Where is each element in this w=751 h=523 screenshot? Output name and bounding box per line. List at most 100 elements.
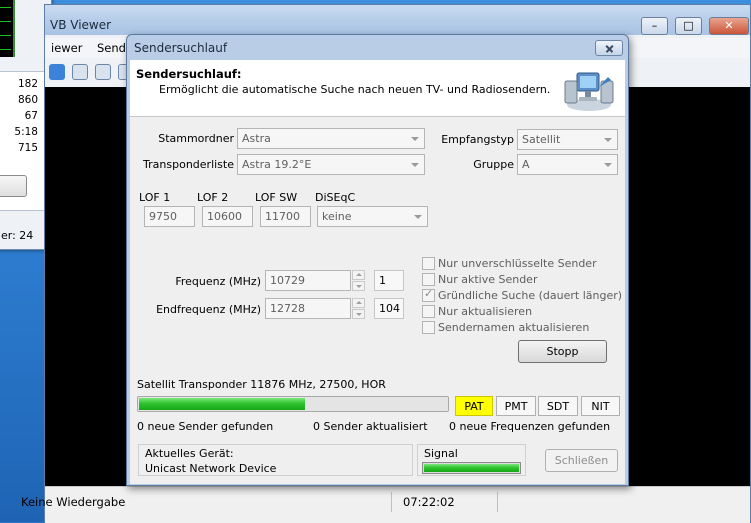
transponder-status: Satellit Transponder 11876 MHz, 27500, H… xyxy=(137,378,386,391)
gruppe-select[interactable]: A xyxy=(517,154,618,175)
scan-progress-fill xyxy=(139,398,305,410)
lof2-value: 10600 xyxy=(207,210,242,223)
frequenz-input[interactable]: 10729 xyxy=(265,270,351,291)
empfangstyp-label: Empfangstyp xyxy=(441,133,514,146)
stammordner-value: Astra xyxy=(242,132,271,145)
option-label: Nur unverschlüsselte Sender xyxy=(438,257,597,270)
lof1-value: 9750 xyxy=(149,210,177,223)
dialog-header: Sendersuchlauf: Ermöglicht die automatis… xyxy=(130,60,625,117)
status-bar: Keine Wiedergabe 07:22:02 xyxy=(21,486,750,523)
option-checkbox[interactable] xyxy=(422,305,435,318)
left-window-status: er: 24 xyxy=(1,229,34,242)
sendersuchlauf-dialog[interactable]: Sendersuchlauf Sendersuchlauf: Ermöglich… xyxy=(126,34,629,486)
lofsw-input[interactable]: 11700 xyxy=(260,206,311,227)
lof1-label: LOF 1 xyxy=(139,191,171,204)
option-checkbox[interactable] xyxy=(422,287,435,302)
option-label: Nur aktualisieren xyxy=(438,305,533,318)
stop-button[interactable]: Stopp xyxy=(518,340,607,363)
left-window-button[interactable] xyxy=(0,175,27,197)
scan-progress-bar xyxy=(137,396,449,412)
endfrequenz-input[interactable]: 12728 xyxy=(265,298,351,319)
table-tabs: PAT PMT SDT NIT xyxy=(455,396,620,416)
minimize-icon[interactable]: – xyxy=(641,17,668,35)
option-checkbox[interactable] xyxy=(422,321,435,334)
chevron-down-icon xyxy=(604,163,612,167)
playback-status: Keine Wiedergabe xyxy=(21,495,126,509)
status-divider xyxy=(497,492,498,512)
device-label: Aktuelles Gerät: xyxy=(145,447,234,460)
stammordner-label: Stammordner xyxy=(158,132,234,145)
main-titlebar[interactable]: VB Viewer – □ ✕ xyxy=(45,5,750,35)
list-icon[interactable] xyxy=(95,64,111,80)
settings-icon[interactable] xyxy=(72,64,88,80)
tab-pmt[interactable]: PMT xyxy=(496,396,536,416)
signal-fill xyxy=(424,464,519,472)
chevron-down-icon xyxy=(411,137,419,141)
maximize-icon[interactable]: □ xyxy=(675,17,702,35)
endfrequenz-count: 104 xyxy=(374,298,404,319)
option-checkbox[interactable] xyxy=(422,273,435,286)
stat-value: 182 xyxy=(17,78,38,90)
dialog-client: Sendersuchlauf: Ermöglicht die automatis… xyxy=(130,60,625,484)
diseqc-select[interactable]: keine xyxy=(317,206,428,227)
close-icon[interactable] xyxy=(595,40,623,56)
device-value: Unicast Network Device xyxy=(145,462,277,475)
frequenz-count: 1 xyxy=(374,270,404,291)
diseqc-label: DiSEqC xyxy=(315,191,356,204)
option-label: Nur aktive Sender xyxy=(438,273,538,286)
found-count: 0 neue Sender gefunden xyxy=(137,420,274,433)
endfrequenz-label: Endfrequenz (MHz) xyxy=(156,303,261,316)
frequencies-count: 0 neue Frequenzen gefunden xyxy=(449,420,611,433)
lof1-input[interactable]: 9750 xyxy=(144,206,195,227)
chevron-down-icon xyxy=(414,215,422,219)
chevron-down-icon xyxy=(411,163,419,167)
status-divider xyxy=(391,492,392,512)
transponderliste-value: Astra 19.2°E xyxy=(242,158,312,171)
endfrequenz-value: 12728 xyxy=(270,302,305,315)
close-button[interactable]: Schließen xyxy=(545,449,618,472)
stat-value: 860 xyxy=(17,94,38,106)
frequenz-spinner[interactable] xyxy=(352,270,365,291)
clock: 07:22:02 xyxy=(403,495,455,509)
gruppe-value: A xyxy=(522,158,530,171)
chevron-down-icon xyxy=(604,138,612,142)
menu-item[interactable]: iewer xyxy=(51,41,82,55)
signal-meter xyxy=(422,462,521,474)
header-title: Sendersuchlauf: xyxy=(136,67,242,81)
dialog-title: Sendersuchlauf xyxy=(134,41,228,55)
device-group: Aktuelles Gerät: Unicast Network Device xyxy=(138,444,413,476)
gruppe-label: Gruppe xyxy=(473,158,514,171)
frequenz-label: Frequenz (MHz) xyxy=(175,275,261,288)
empfangstyp-select[interactable]: Satellit xyxy=(517,129,618,150)
frequenz-value: 10729 xyxy=(270,274,305,287)
frequenz-count-value: 1 xyxy=(379,274,386,287)
record-icon[interactable] xyxy=(49,64,65,80)
tab-sdt[interactable]: SDT xyxy=(538,396,578,416)
stat-value: 5:18 xyxy=(14,126,38,138)
header-description: Ermöglicht die automatische Suche nach n… xyxy=(159,83,551,96)
lofsw-label: LOF SW xyxy=(255,191,298,204)
stat-value: 715 xyxy=(17,142,38,154)
endfrequenz-count-value: 104 xyxy=(379,302,400,315)
stat-value: 67 xyxy=(24,110,38,122)
tab-pat[interactable]: PAT xyxy=(455,396,493,416)
transponderliste-select[interactable]: Astra 19.2°E xyxy=(237,154,425,175)
computer-network-icon xyxy=(564,72,614,111)
empfangstyp-value: Satellit xyxy=(522,133,561,146)
lof2-input[interactable]: 10600 xyxy=(202,206,253,227)
signal-label: Signal xyxy=(424,447,458,460)
stammordner-select[interactable]: Astra xyxy=(237,128,425,149)
main-window-title: VB Viewer xyxy=(50,18,112,32)
signal-group: Signal xyxy=(417,444,526,476)
close-icon[interactable]: ✕ xyxy=(709,17,749,35)
diseqc-value: keine xyxy=(322,210,352,223)
activity-graph xyxy=(0,0,15,57)
lof2-label: LOF 2 xyxy=(197,191,229,204)
option-checkbox[interactable] xyxy=(422,257,435,270)
lofsw-value: 11700 xyxy=(265,210,300,223)
tab-nit[interactable]: NIT xyxy=(581,396,620,416)
updated-count: 0 Sender aktualisiert xyxy=(313,420,428,433)
transponderliste-label: Transponderliste xyxy=(143,158,234,171)
endfrequenz-spinner[interactable] xyxy=(352,298,365,319)
option-label: Sendernamen aktualisieren xyxy=(438,321,590,334)
